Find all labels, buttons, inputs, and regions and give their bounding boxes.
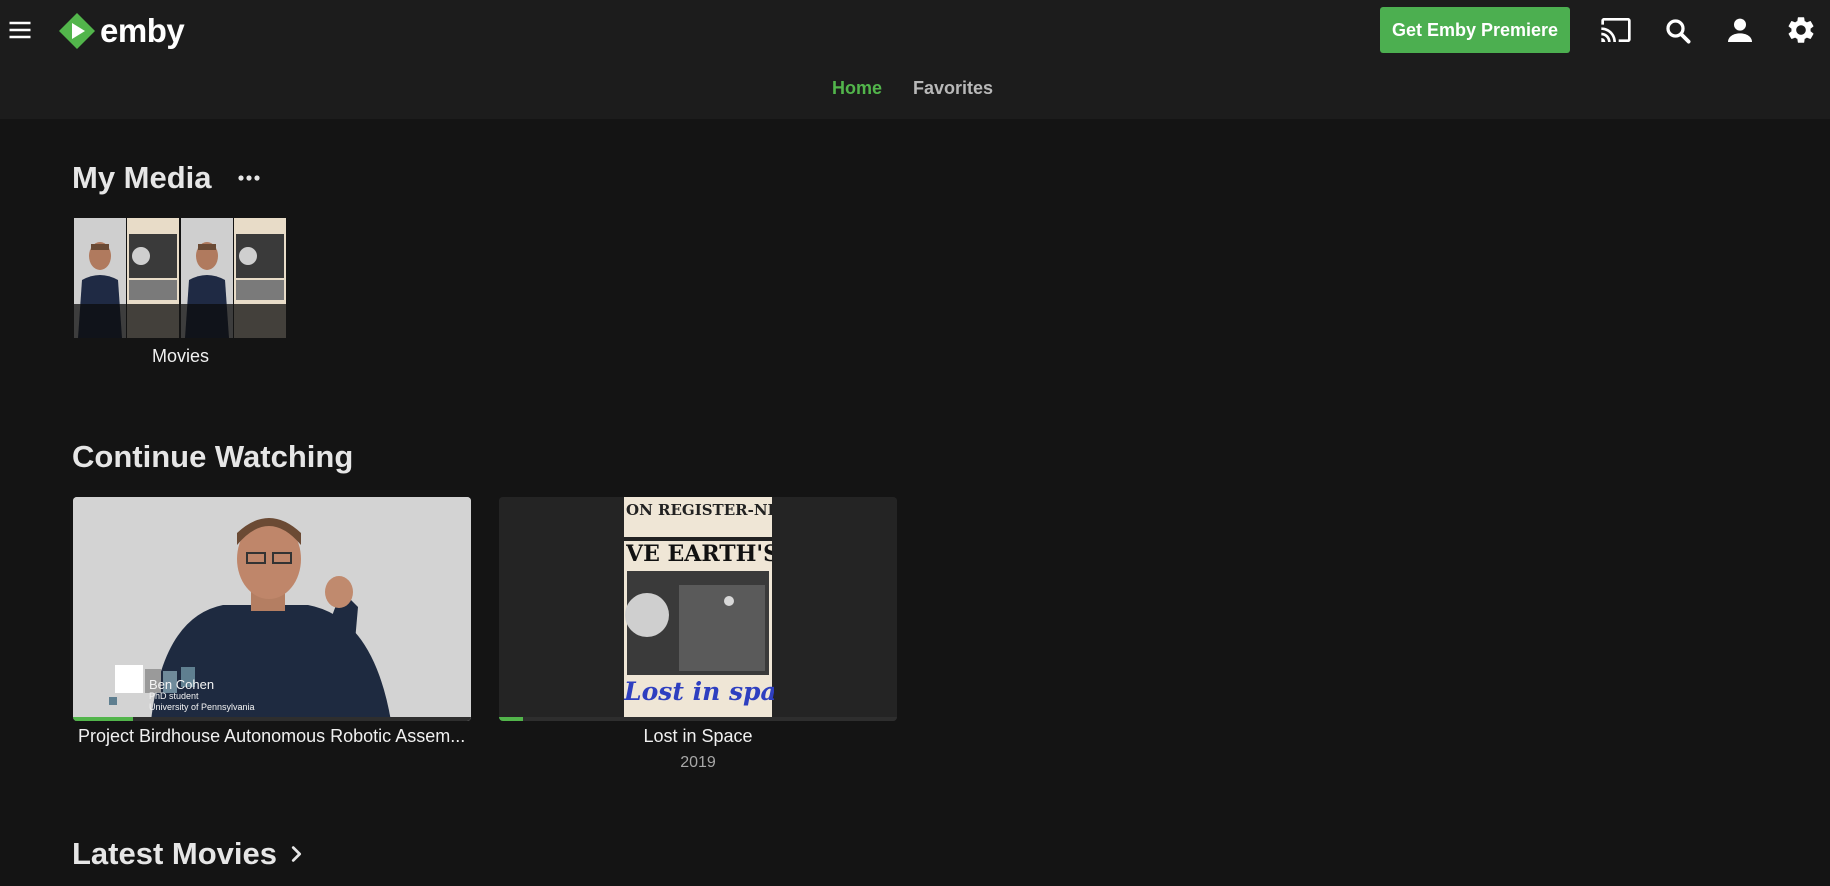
emby-logo[interactable]: emby (58, 10, 185, 52)
continue-watching-heading: Continue Watching (72, 439, 354, 474)
library-tile-image (74, 218, 126, 338)
latest-movies-label: Latest Movies (72, 836, 278, 871)
tab-favorites[interactable]: Favorites (913, 78, 993, 99)
video-thumbnail (73, 497, 471, 721)
overlay-role: PhD student (149, 691, 199, 701)
search-icon[interactable] (1663, 16, 1693, 46)
continue-watching-year: 2019 (680, 754, 716, 771)
library-card-movies[interactable] (74, 218, 287, 338)
poster-banner: VE EARTH'S GRAV (626, 541, 772, 567)
overlay-org: University of Pennsylvania (149, 702, 255, 712)
playback-progress-fill (73, 717, 133, 721)
chevron-right-icon (291, 846, 302, 862)
get-premiere-button[interactable]: Get Emby Premiere (1380, 7, 1570, 53)
latest-movies-heading[interactable]: Latest Movies (72, 836, 307, 872)
playback-progress-bar (499, 717, 897, 721)
my-media-heading: My Media (72, 160, 212, 195)
continue-watching-title[interactable]: Lost in Space (499, 726, 897, 747)
tab-home[interactable]: Home (832, 78, 882, 99)
continue-watching-card[interactable]: Ben Cohen PhD student University of Penn… (73, 497, 471, 721)
menu-icon[interactable] (6, 16, 34, 44)
library-tile-image (181, 218, 233, 338)
app-header: emby Get Emby Premiere Home Favorites (0, 0, 1830, 119)
playback-progress-fill (499, 717, 523, 721)
cast-icon[interactable] (1600, 14, 1632, 46)
brand-name: emby (100, 12, 185, 49)
user-icon[interactable] (1724, 14, 1756, 46)
overlay-name: Ben Cohen (149, 677, 215, 692)
library-tile-image (234, 218, 286, 338)
poster-caption: Lost in space (624, 677, 774, 706)
library-label-movies[interactable]: Movies (74, 346, 287, 367)
settings-icon[interactable] (1785, 14, 1817, 46)
continue-watching-title[interactable]: Project Birdhouse Autonomous Robotic Ass… (78, 726, 468, 747)
library-tile-image (127, 218, 179, 338)
more-options-icon[interactable] (234, 163, 264, 193)
emby-logo-icon (59, 13, 95, 49)
continue-watching-card[interactable]: ON REGISTER-NEWS VE EARTH'S GRAV Lost in… (499, 497, 897, 721)
playback-progress-bar (73, 717, 471, 721)
poster-headline: ON REGISTER-NEWS (626, 501, 772, 519)
